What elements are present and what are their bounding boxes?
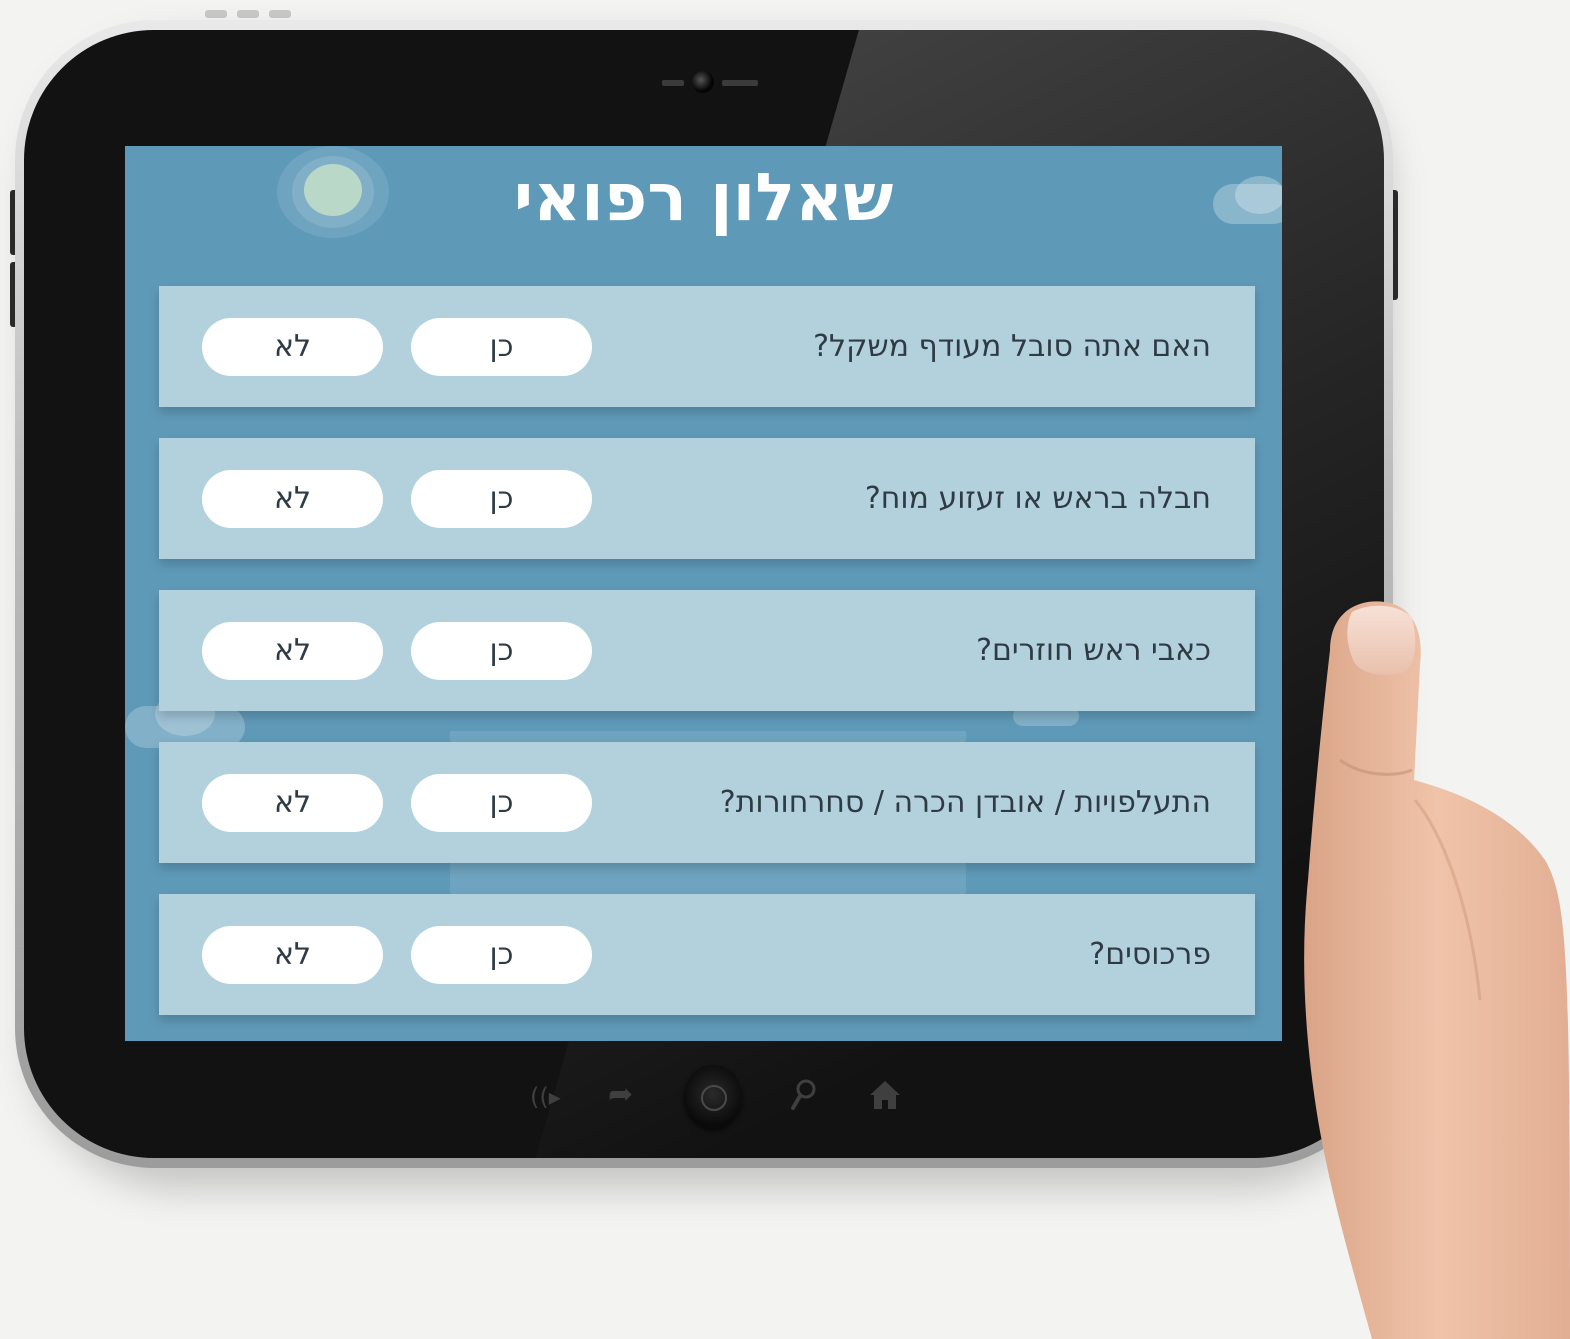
home-ring-icon — [701, 1085, 727, 1111]
no-button[interactable]: לא — [202, 318, 383, 376]
question-text: כאבי ראש חוזרים? — [976, 633, 1211, 668]
no-button[interactable]: לא — [202, 622, 383, 680]
yes-button[interactable]: כן — [411, 926, 592, 984]
yes-button[interactable]: כן — [411, 622, 592, 680]
question-row: התעלפויות / אובדן הכרה / סחרחורות? כן לא — [159, 742, 1255, 863]
search-icon[interactable] — [790, 1078, 818, 1118]
question-row: חבלה בראש או זעזוע מוח? כן לא — [159, 438, 1255, 559]
yes-button[interactable]: כן — [411, 470, 592, 528]
search-glyph — [791, 1079, 816, 1110]
question-row: האם אתה סובל מעודף משקל? כן לא — [159, 286, 1255, 407]
sensor-mark — [722, 80, 758, 86]
yes-button[interactable]: כן — [411, 774, 592, 832]
question-row: פרכוסים? כן לא — [159, 894, 1255, 1015]
question-text: התעלפויות / אובדן הכרה / סחרחורות? — [719, 785, 1211, 820]
question-text: פרכוסים? — [1089, 937, 1211, 972]
camera-icon — [692, 71, 714, 93]
home-icon[interactable] — [868, 1078, 902, 1118]
scene: שאלון רפואי האם אתה סובל מעודף משקל? כן … — [0, 0, 1570, 1339]
home-glyph — [870, 1081, 900, 1109]
question-text: חבלה בראש או זעזוע מוח? — [864, 481, 1211, 516]
page-title: שאלון רפואי — [513, 159, 894, 236]
no-button[interactable]: לא — [202, 470, 383, 528]
tablet-top-buttons — [205, 10, 291, 18]
question-text: האם אתה סובל מעודף משקל? — [813, 329, 1211, 364]
sensor-mark — [662, 80, 684, 86]
home-button[interactable] — [684, 1065, 742, 1129]
no-button[interactable]: לא — [202, 926, 383, 984]
question-row: כאבי ראש חוזרים? כן לא — [159, 590, 1255, 711]
yes-button[interactable]: כן — [411, 318, 592, 376]
share-icon[interactable]: ➦ — [608, 1080, 633, 1110]
no-button[interactable]: לא — [202, 774, 383, 832]
speaker-icon[interactable]: ((▸ — [530, 1082, 561, 1112]
